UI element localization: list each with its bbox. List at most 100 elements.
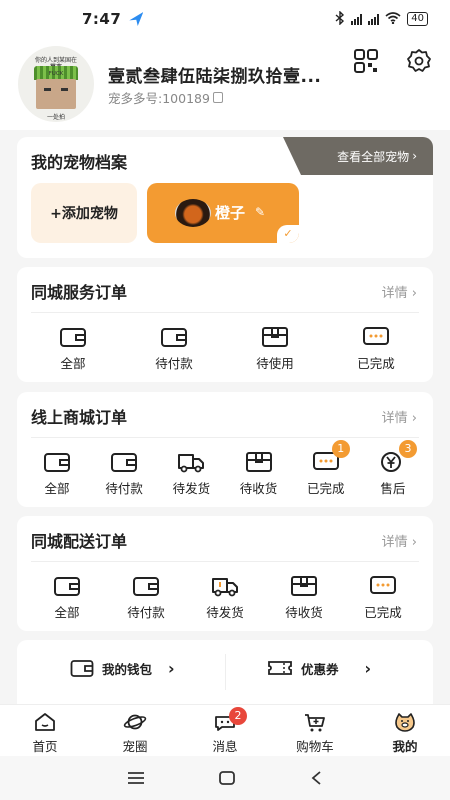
mall-completed[interactable]: 1 已完成: [294, 440, 358, 497]
tab-label: 宠圈: [122, 739, 148, 754]
wifi-icon: [385, 11, 401, 27]
item-label: 待发货: [206, 605, 244, 620]
service-to-use[interactable]: 待使用: [243, 325, 307, 372]
delivery-unpaid[interactable]: 待付款: [114, 574, 178, 621]
view-all-pets-tab[interactable]: 查看全部宠物 ›: [283, 137, 433, 175]
tab-home[interactable]: 首页: [0, 705, 90, 756]
delivery-completed[interactable]: 已完成: [351, 574, 415, 621]
check-icon: ✓: [277, 225, 299, 243]
bottom-tab-bar: 首页 宠圈 2 消息 购物车 我的: [0, 704, 450, 756]
home-button-icon[interactable]: [218, 770, 236, 786]
pet-name: 橙子: [215, 204, 246, 222]
avatar-caption-4: 一处拍: [46, 114, 65, 121]
item-label: 待发货: [172, 481, 211, 496]
qrcode-icon[interactable]: [353, 48, 379, 74]
system-nav-bar: [0, 756, 450, 800]
status-time: 7:47: [82, 10, 122, 28]
my-wallet-label: 我的钱包: [102, 661, 153, 677]
mall-to-receive[interactable]: 待收货: [227, 450, 291, 497]
menu-icon[interactable]: [127, 771, 145, 785]
planet-icon: [123, 714, 147, 730]
item-label: 已完成: [306, 481, 345, 496]
my-wallet-button[interactable]: 我的钱包 ›: [70, 658, 175, 678]
item-label: 全部: [60, 356, 86, 371]
status-bar: 7:47 40: [0, 0, 450, 38]
wallet-icon: [60, 328, 86, 347]
item-label: 待收货: [285, 605, 323, 620]
delivery-orders-title: 同城配送订单: [31, 532, 128, 551]
battery-icon: 40: [407, 12, 428, 26]
tab-cart[interactable]: 购物车: [270, 705, 360, 756]
ticket-icon: [268, 661, 292, 675]
service-orders-more[interactable]: 详情 ›: [382, 282, 417, 301]
tab-label: 首页: [32, 739, 58, 754]
mall-all[interactable]: 全部: [25, 450, 89, 497]
item-label: 待使用: [256, 356, 294, 371]
tab-label: 消息: [212, 739, 238, 754]
divider: [31, 312, 419, 313]
bluetooth-icon: [335, 9, 345, 28]
status-icons: 40: [335, 9, 428, 28]
signal-icon-2: [368, 13, 380, 25]
delivery-orders-more[interactable]: 详情 ›: [382, 531, 417, 550]
wallet-icon: [54, 577, 80, 596]
username: 壹贰叁肆伍陆柒捌玖拾壹...: [108, 67, 322, 87]
telegram-icon: [129, 12, 144, 26]
item-label: 待收货: [239, 481, 278, 496]
edit-icon[interactable]: ✎: [255, 205, 265, 219]
signal-icon: [351, 13, 363, 25]
add-pet-button[interactable]: +添加宠物: [31, 183, 137, 243]
mall-after-sale[interactable]: 3 售后: [361, 440, 425, 497]
mall-orders-list: 全部 待付款 待发货 待收货 1 已完成 3 售后: [17, 440, 433, 497]
delivery-orders-card: 同城配送订单 详情 › 全部 待付款 待发货 待收货 已完成: [17, 516, 433, 631]
view-all-pets-label: 查看全部宠物: [337, 149, 410, 164]
wallet-icon: [111, 453, 138, 472]
tab-label: 购物车: [296, 739, 334, 754]
service-orders-title: 同城服务订单: [31, 283, 128, 302]
copy-icon[interactable]: [212, 92, 223, 103]
delivery-all[interactable]: 全部: [35, 574, 99, 621]
pet-card[interactable]: 橙子 ✎ ✓: [147, 183, 299, 243]
mall-orders-card: 线上商城订单 详情 › 全部 待付款 待发货 待收货 1 已完成 3 售后: [17, 392, 433, 507]
tab-mine[interactable]: 我的: [360, 705, 450, 756]
divider: [225, 654, 226, 690]
delivery-to-ship[interactable]: 待发货: [193, 574, 257, 621]
item-label: 已完成: [357, 356, 395, 371]
coupon-label: 优惠券: [301, 661, 339, 677]
truck-icon: [212, 578, 238, 597]
mall-unpaid[interactable]: 待付款: [92, 450, 156, 497]
service-all[interactable]: 全部: [41, 325, 105, 372]
item-label: 待付款: [155, 356, 193, 371]
item-label: 已完成: [364, 605, 402, 620]
mall-orders-title: 线上商城订单: [31, 408, 128, 427]
chevron-right-icon: ›: [168, 658, 175, 678]
item-label: 售后: [380, 481, 406, 496]
coupon-button[interactable]: 优惠券 ›: [267, 658, 371, 678]
pet-id-text: 宠多多号:100189: [108, 91, 210, 106]
mall-completed-badge: 1: [331, 440, 350, 458]
service-orders-list: 全部 待付款 待使用 已完成: [17, 325, 433, 372]
pig-icon: [395, 713, 415, 732]
item-label: 待付款: [105, 481, 143, 496]
messages-badge: 2: [229, 707, 247, 725]
wallet-card: 我的钱包 › 优惠券 ›: [17, 640, 433, 706]
truck-icon: [178, 454, 205, 473]
tab-messages[interactable]: 2 消息: [180, 705, 270, 756]
mall-orders-more[interactable]: 详情 ›: [382, 407, 417, 426]
divider: [31, 561, 419, 562]
box-icon: [245, 452, 272, 472]
delivery-orders-list: 全部 待付款 待发货 待收货 已完成: [17, 574, 433, 621]
delivery-to-receive[interactable]: 待收货: [272, 574, 336, 621]
cart-icon: [305, 714, 325, 732]
chat-icon: [363, 327, 389, 345]
pet-id[interactable]: 宠多多号:100189: [108, 88, 223, 107]
avatar[interactable]: 你的人到某国在 草奋 FUCK 一处拍: [18, 46, 94, 122]
service-unpaid[interactable]: 待付款: [142, 325, 206, 372]
gear-icon[interactable]: [406, 48, 432, 74]
wallet-icon: [70, 660, 94, 677]
mall-to-ship[interactable]: 待发货: [159, 450, 223, 497]
service-completed[interactable]: 已完成: [344, 325, 408, 372]
back-icon[interactable]: [309, 770, 323, 786]
pet-profile-card: 我的宠物档案 查看全部宠物 › +添加宠物 橙子 ✎ ✓: [17, 137, 433, 258]
tab-circle[interactable]: 宠圈: [90, 705, 180, 756]
